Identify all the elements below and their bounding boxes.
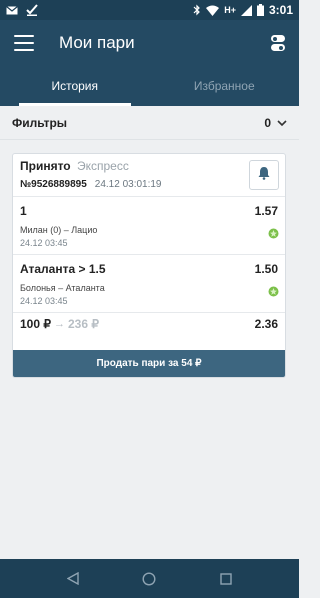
status-bar: H+ 3:01 bbox=[0, 0, 299, 20]
sell-bet-button[interactable]: Продать пари за 54 ₽ bbox=[13, 350, 285, 377]
bet-id: №9526889895 bbox=[20, 179, 87, 190]
wifi-icon bbox=[206, 5, 220, 16]
event-date: 24.12 03:45 bbox=[20, 296, 68, 306]
home-icon[interactable] bbox=[138, 568, 160, 590]
tab-favorites[interactable]: Избранное bbox=[150, 66, 300, 106]
bet-payout: 236 ₽ bbox=[68, 317, 99, 331]
event-outcome: 1 bbox=[20, 204, 27, 218]
bet-date: 24.12 03:01:19 bbox=[94, 179, 162, 190]
bet-total-odds: 2.36 bbox=[254, 317, 278, 331]
chevron-down-icon[interactable] bbox=[277, 114, 287, 132]
bet-stake: 100 ₽ bbox=[20, 317, 51, 331]
bet-event[interactable]: 1 1.57 Милан (0) – Лацио 24.12 03:45 bbox=[13, 197, 285, 255]
event-odds: 1.57 bbox=[254, 204, 278, 218]
filters-label: Фильтры bbox=[12, 115, 68, 130]
filters-bar[interactable]: Фильтры 0 bbox=[0, 106, 299, 140]
bluetooth-icon bbox=[193, 4, 201, 16]
battery-icon bbox=[256, 4, 264, 16]
event-match: Милан (0) – Лацио bbox=[20, 225, 98, 235]
arrow-right-icon: → bbox=[54, 318, 65, 330]
bell-button[interactable] bbox=[249, 160, 279, 190]
win-icon bbox=[268, 226, 279, 244]
toggle-settings-icon[interactable] bbox=[271, 35, 285, 51]
tab-history[interactable]: История bbox=[0, 66, 150, 106]
bet-summary: 100 ₽ → 236 ₽ 2.36 bbox=[13, 313, 285, 335]
bet-card[interactable]: Принято Экспресс №9526889895 24.12 03:01… bbox=[12, 153, 286, 378]
page-title: Мои пари bbox=[59, 33, 135, 52]
event-odds: 1.50 bbox=[254, 262, 278, 276]
bet-type: Экспресс bbox=[76, 159, 129, 173]
app-bar: Мои пари bbox=[0, 20, 299, 66]
event-match: Болонья – Аталанта bbox=[20, 283, 105, 293]
hamburger-menu-icon[interactable] bbox=[14, 35, 34, 51]
recents-icon[interactable] bbox=[215, 568, 237, 590]
signal-icon bbox=[240, 4, 252, 16]
clock: 3:01 bbox=[268, 3, 293, 17]
navigation-bar bbox=[0, 559, 299, 598]
mail-icon bbox=[6, 5, 18, 15]
filters-count: 0 bbox=[264, 115, 271, 130]
event-outcome: Аталанта > 1.5 bbox=[20, 262, 106, 276]
checkmark-icon bbox=[26, 4, 38, 16]
win-icon bbox=[268, 284, 279, 302]
event-date: 24.12 03:45 bbox=[20, 238, 68, 248]
network-type: H+ bbox=[224, 5, 236, 15]
bet-status: Принято bbox=[20, 159, 71, 173]
tab-bar: История Избранное bbox=[0, 66, 299, 106]
bell-icon bbox=[257, 166, 271, 185]
back-icon[interactable] bbox=[62, 568, 84, 590]
bet-event[interactable]: Аталанта > 1.5 1.50 Болонья – Аталанта 2… bbox=[13, 255, 285, 313]
bet-card-header: Принято Экспресс №9526889895 24.12 03:01… bbox=[13, 154, 285, 197]
